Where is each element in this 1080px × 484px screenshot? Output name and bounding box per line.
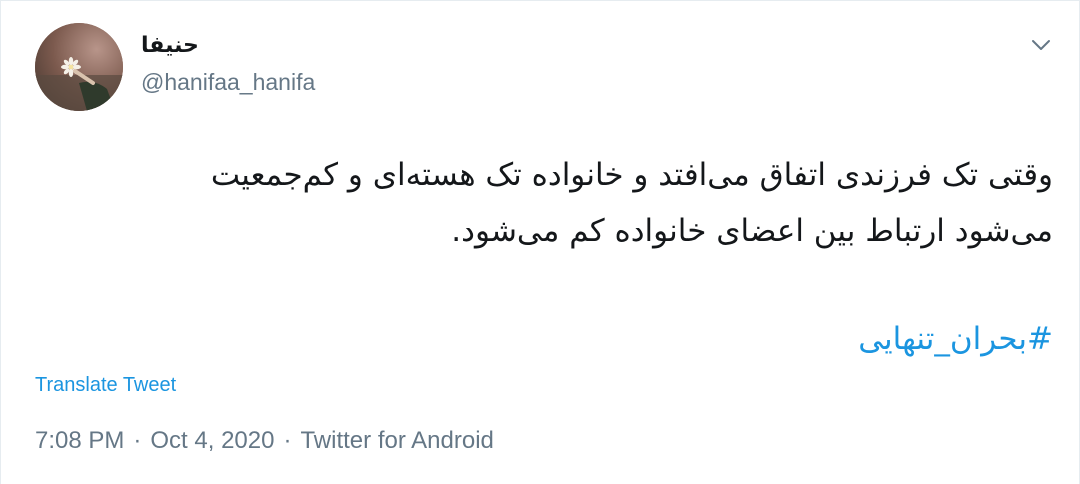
- translate-tweet-link[interactable]: Translate Tweet: [35, 371, 176, 399]
- author-handle[interactable]: @hanifaa_hanifa: [141, 67, 315, 97]
- tweet-text: وقتی تک فرزندی اتفاق می‌افتد و خانواده ت…: [23, 147, 1053, 259]
- tweet-card: حنیفا @hanifaa_hanifa وقتی تک فرزندی اتف…: [0, 0, 1080, 484]
- author-info[interactable]: حنیفا @hanifaa_hanifa: [141, 31, 315, 97]
- hashtag-link[interactable]: #بحران_تنهایی: [858, 311, 1053, 367]
- tweet-date[interactable]: Oct 4, 2020: [150, 427, 274, 454]
- tweet-text-line: وقتی تک فرزندی اتفاق می‌افتد و خانواده ت…: [210, 157, 1053, 193]
- separator-dot: ·: [133, 427, 142, 454]
- chevron-down-icon[interactable]: [1029, 33, 1053, 57]
- tweet-metadata: 7:08 PM · Oct 4, 2020 · Twitter for Android: [35, 425, 494, 457]
- tweet-source[interactable]: Twitter for Android: [300, 427, 493, 454]
- avatar-image: [35, 23, 123, 111]
- author-display-name[interactable]: حنیفا: [141, 31, 315, 61]
- tweet-text-line: می‌شود ارتباط بین اعضای خانواده کم می‌شو…: [451, 213, 1053, 249]
- separator-dot: ·: [283, 427, 292, 454]
- avatar[interactable]: [35, 23, 123, 111]
- tweet-time[interactable]: 7:08 PM: [35, 427, 124, 454]
